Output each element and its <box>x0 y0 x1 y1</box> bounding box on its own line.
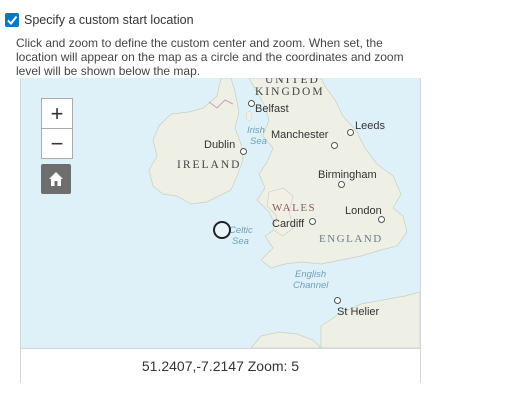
city-dot-london <box>378 216 385 223</box>
custom-start-location-checkbox[interactable] <box>5 13 19 27</box>
label-ireland: IRELAND <box>177 159 242 171</box>
label-wales: WALES <box>272 202 317 214</box>
label-st-helier: St Helier <box>337 306 380 318</box>
label-irish-sea-line1: Irish <box>247 125 265 136</box>
city-dot-cardiff <box>309 218 316 225</box>
label-london: London <box>345 205 382 217</box>
city-dot-st-helier <box>334 297 341 304</box>
city-dot-manchester <box>331 142 338 149</box>
label-england: ENGLAND <box>319 233 383 245</box>
coordinates-readout: 51.2407,-7.2147 Zoom: 5 <box>20 348 421 383</box>
label-united-kingdom-line2: KINGDOM <box>255 86 325 98</box>
label-celtic-sea-line2: Sea <box>232 236 249 247</box>
zoom-in-button[interactable]: + <box>42 99 72 128</box>
label-english-channel-line1: English <box>295 269 327 280</box>
label-manchester: Manchester <box>271 129 329 141</box>
city-dot-birmingham <box>338 181 345 188</box>
checkmark-icon <box>7 15 18 26</box>
custom-start-location-panel: Specify a custom start location Click an… <box>0 0 486 384</box>
zoom-out-button[interactable]: − <box>42 128 72 158</box>
label-leeds: Leeds <box>355 120 385 132</box>
label-belfast: Belfast <box>255 103 289 115</box>
map-view[interactable]: + − UNITED KINGDOM Belfast Irish Sea Man… <box>20 78 421 348</box>
zoom-control: + − <box>41 98 73 159</box>
custom-start-location-label[interactable]: Specify a custom start location <box>24 13 194 27</box>
home-icon <box>49 172 63 186</box>
city-dot-leeds <box>347 129 354 136</box>
instructions-text: Click and zoom to define the custom cent… <box>16 36 404 78</box>
label-celtic-sea-line1: Celtic <box>229 225 253 236</box>
label-irish-sea-line2: Sea <box>250 136 267 147</box>
label-english-channel-line2: Channel <box>293 280 329 291</box>
label-birmingham: Birmingham <box>318 169 377 181</box>
label-dublin: Dublin <box>204 139 236 151</box>
label-united-kingdom-line1: UNITED <box>265 78 320 86</box>
custom-start-location-option[interactable]: Specify a custom start location <box>5 13 194 27</box>
home-button[interactable] <box>41 164 71 194</box>
label-cardiff: Cardiff <box>272 218 305 230</box>
location-marker[interactable] <box>213 221 231 239</box>
city-dot-belfast <box>248 100 255 107</box>
city-dot-dublin <box>240 148 247 155</box>
